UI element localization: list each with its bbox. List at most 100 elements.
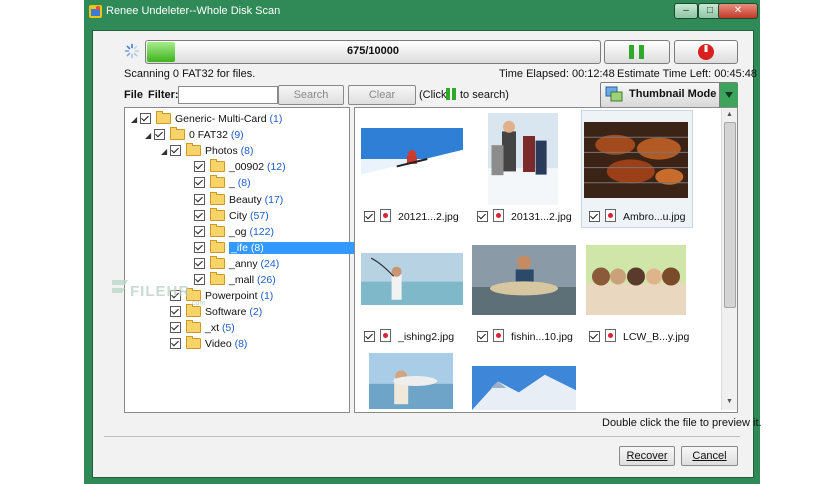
estimate-time-left: Estimate Time Left: 00:45:48 — [617, 68, 758, 80]
scroll-up-icon[interactable]: ▲ — [726, 111, 733, 118]
tree-item[interactable]: Beauty (17) — [185, 191, 284, 208]
thumbnail-image[interactable] — [584, 122, 688, 198]
image-file-icon — [380, 209, 391, 222]
tree-item-label-wrap: Powerpoint (1) — [205, 290, 273, 302]
thumbnail-image[interactable] — [488, 113, 558, 205]
folder-icon — [210, 223, 225, 237]
thumbnail-checkbox[interactable] — [364, 211, 375, 222]
thumbnail-filename: LCW_B...y.jpg — [623, 331, 690, 343]
stop-button[interactable] — [674, 40, 738, 64]
tree-item[interactable]: Video (8) — [161, 336, 247, 352]
tree-item[interactable]: _ (8) — [185, 175, 251, 191]
folder-icon — [210, 207, 225, 221]
tree-checkbox[interactable] — [194, 274, 205, 285]
pause-button[interactable] — [604, 40, 670, 64]
search-button[interactable]: Search — [278, 85, 344, 105]
tree-item[interactable]: _mall (26) — [185, 272, 276, 288]
file-label: File — [124, 89, 143, 101]
cancel-button[interactable]: Cancel — [681, 446, 738, 466]
scroll-down-icon[interactable]: ▼ — [726, 398, 733, 405]
thumbnail-panel: ▲ ▼ 20121...2.jpg 20131...2.jpg Ambro...u.… — [354, 107, 738, 413]
tree-item-label-wrap: Software (2) — [205, 306, 262, 318]
image-file-icon — [380, 329, 391, 342]
thumbnail-image[interactable] — [586, 245, 686, 315]
tree-checkbox[interactable] — [194, 257, 205, 269]
thumbnail-image[interactable] — [361, 128, 463, 190]
recover-button[interactable]: Recover — [619, 446, 675, 466]
tree-item-label-wrap: _anny (24) — [229, 258, 279, 270]
tree-item[interactable]: ◢ Photos (8) — [161, 143, 253, 159]
thumbnail-filename: Ambro...u.jpg — [623, 211, 686, 223]
thumbnail-caption: fishin...10.jpg — [477, 329, 573, 343]
title-bar: Renee Undeleter--Whole Disk Scan – □ ✕ — [84, 0, 760, 24]
folder-icon — [210, 175, 225, 189]
thumbnail-image[interactable] — [472, 245, 576, 315]
vertical-scrollbar[interactable]: ▲ ▼ — [721, 108, 737, 410]
tree-item[interactable]: _xt (5) — [161, 320, 235, 336]
folder-icon — [186, 336, 201, 350]
tree-item[interactable]: _00902 (12) — [185, 159, 286, 175]
tree-checkbox[interactable] — [194, 161, 205, 173]
filter-label: Filter: — [148, 89, 179, 101]
thumbnail-checkbox[interactable] — [477, 331, 488, 342]
folder-icon — [210, 239, 225, 253]
scrollbar-thumb[interactable] — [724, 122, 736, 308]
tree-checkbox[interactable] — [170, 145, 181, 157]
tree-checkbox[interactable] — [194, 241, 205, 253]
close-window-button[interactable]: ✕ — [718, 3, 758, 19]
tree-checkbox[interactable] — [194, 209, 205, 221]
thumbnail-checkbox[interactable] — [589, 211, 600, 222]
folder-icon — [186, 143, 201, 157]
tree-item[interactable]: ◢ Generic- Multi-Card (1) — [131, 111, 282, 127]
thumbnail-image[interactable] — [472, 366, 576, 410]
tree-item[interactable]: Software (2) — [161, 304, 262, 320]
tree-item-count: (8) — [237, 177, 251, 190]
tree-item-label: Video — [205, 338, 232, 351]
loading-spinner-icon — [124, 43, 140, 59]
tree-checkbox[interactable] — [194, 225, 205, 237]
app-icon — [89, 5, 102, 18]
folder-icon — [210, 272, 225, 285]
thumbnail-caption: _ishing2.jpg — [364, 329, 454, 343]
tree-checkbox[interactable] — [170, 306, 181, 318]
clear-button[interactable]: Clear — [348, 85, 416, 105]
tree-item[interactable]: _anny (24) — [185, 255, 279, 272]
thumbnail-filename: _ishing2.jpg — [398, 331, 455, 343]
tree-item-label-wrap: _mall (26) — [229, 274, 276, 286]
divider — [104, 436, 740, 437]
tree-item-count: (17) — [264, 193, 284, 206]
tree-checkbox[interactable] — [194, 177, 205, 189]
tree-item[interactable]: _og (122) — [185, 223, 274, 240]
minimize-button[interactable]: – — [674, 3, 698, 19]
expand-toggle-icon[interactable]: ◢ — [145, 128, 154, 144]
expand-toggle-icon[interactable]: ◢ — [161, 144, 170, 160]
tree-item-label: _xt — [205, 322, 220, 335]
tree-item-label-wrap: _xt (5) — [205, 322, 235, 334]
thumbnail-checkbox[interactable] — [589, 331, 600, 342]
tree-item-count: (8) — [250, 241, 264, 254]
thumbnail-caption: LCW_B...y.jpg — [589, 329, 689, 343]
expand-toggle-icon[interactable]: ◢ — [131, 112, 140, 128]
thumbnail-image[interactable] — [361, 253, 463, 305]
tree-item-count: (8) — [234, 338, 248, 351]
tree-checkbox[interactable] — [154, 129, 165, 141]
tree-item-label: Photos — [205, 145, 238, 158]
view-mode-dropdown[interactable]: Thumbnail Mode — [600, 82, 738, 108]
thumbnail-image[interactable] — [369, 353, 453, 409]
thumbnail-checkbox[interactable] — [364, 331, 375, 342]
tree-checkbox[interactable] — [194, 193, 205, 205]
tree-item[interactable]: ◢ 0 FAT32 (9) — [145, 127, 244, 143]
pause-icon — [629, 45, 644, 59]
filter-input[interactable] — [178, 86, 278, 104]
tree-item-label-wrap: Video (8) — [205, 338, 247, 350]
tree-checkbox[interactable] — [140, 113, 151, 124]
search-hint-suffix: to search) — [460, 89, 509, 101]
tree-checkbox[interactable] — [170, 322, 181, 334]
tree-item[interactable]: City (57) — [185, 207, 269, 224]
tree-checkbox[interactable] — [170, 338, 181, 350]
thumbnail-filename: 20121...2.jpg — [398, 211, 459, 223]
tree-item-count: (1) — [269, 113, 283, 125]
thumbnail-checkbox[interactable] — [477, 211, 488, 222]
chevron-down-icon[interactable] — [719, 83, 738, 107]
search-hint-prefix: (Click — [419, 89, 447, 101]
